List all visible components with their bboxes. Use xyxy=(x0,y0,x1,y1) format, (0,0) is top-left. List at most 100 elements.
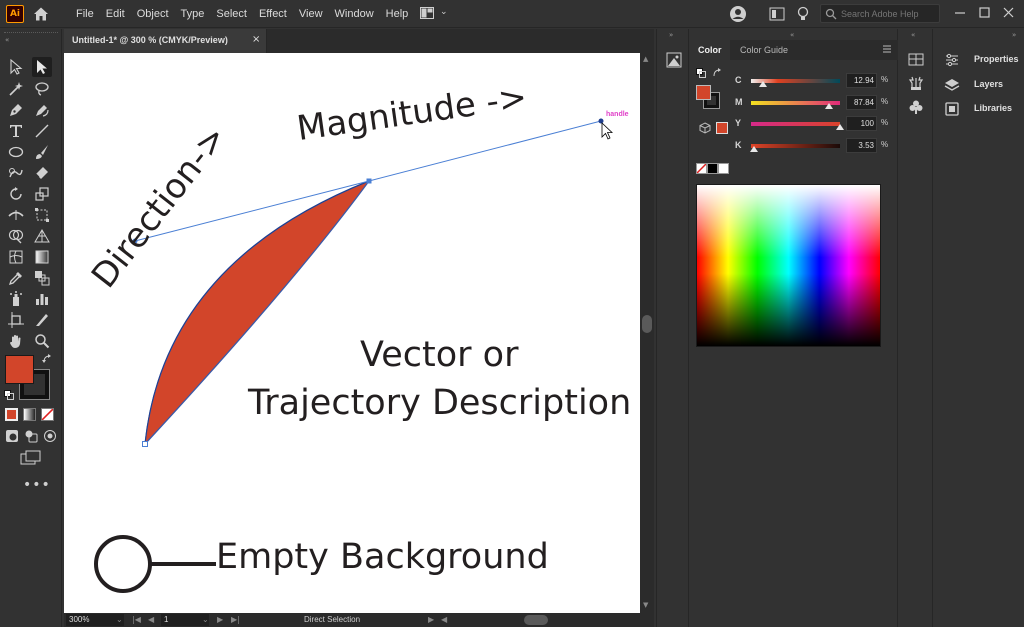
shaper-tool-icon[interactable] xyxy=(6,163,26,183)
collapse-arrows-icon[interactable]: » xyxy=(669,31,673,39)
type-tool-icon[interactable] xyxy=(6,121,26,141)
scroll-thumb[interactable] xyxy=(642,315,652,333)
curvature-tool-icon[interactable] xyxy=(32,100,52,120)
image-trace-icon[interactable] xyxy=(666,52,682,68)
tab-close-icon[interactable]: × xyxy=(252,34,260,45)
right-handle-point[interactable] xyxy=(598,118,604,124)
properties-panel-button[interactable]: Properties xyxy=(942,50,1022,70)
vector-label-line-1[interactable]: Vector or xyxy=(360,335,518,375)
black-slider-thumb[interactable] xyxy=(750,146,759,152)
document-tab[interactable]: Untitled-1* @ 300 % (CMYK/Preview) × xyxy=(64,29,267,53)
line-segment-tool-icon[interactable] xyxy=(32,121,52,141)
anchor-point[interactable] xyxy=(366,178,372,184)
menu-effect[interactable]: Effect xyxy=(253,0,293,28)
draw-normal-icon[interactable] xyxy=(5,429,19,443)
horizontal-scroll-thumb[interactable] xyxy=(524,615,548,625)
vector-label-line-2[interactable]: Trajectory Description xyxy=(248,383,631,423)
last-artboard-icon[interactable]: ▶| xyxy=(231,614,240,626)
lightbulb-icon[interactable] xyxy=(794,5,812,23)
search-help-box[interactable] xyxy=(820,4,940,23)
tab-color[interactable]: Color xyxy=(690,40,730,60)
menu-view[interactable]: View xyxy=(293,0,329,28)
club-symbol-icon[interactable] xyxy=(908,99,924,115)
yellow-slider-thumb[interactable] xyxy=(836,124,844,130)
gradient-tool-icon[interactable] xyxy=(32,247,52,267)
status-menu-icon[interactable]: ▶ xyxy=(428,614,434,626)
zoom-tool-icon[interactable] xyxy=(32,331,52,351)
hscroll-left-icon[interactable]: ◀ xyxy=(441,614,447,626)
paintbrush-tool-icon[interactable] xyxy=(32,142,52,162)
shape-builder-tool-icon[interactable] xyxy=(6,226,26,246)
black-slider-track[interactable] xyxy=(751,144,840,148)
menu-type[interactable]: Type xyxy=(175,0,211,28)
next-artboard-icon[interactable]: ▶ xyxy=(217,614,223,626)
first-artboard-icon[interactable]: |◀ xyxy=(132,614,141,626)
more-tools-icon[interactable]: ••• xyxy=(23,477,51,493)
scale-tool-icon[interactable] xyxy=(32,184,52,204)
scroll-up-icon[interactable]: ▲ xyxy=(643,55,648,63)
panel-menu-icon[interactable] xyxy=(882,44,892,54)
blend-tool-icon[interactable] xyxy=(32,268,52,288)
perspective-grid-tool-icon[interactable] xyxy=(32,226,52,246)
user-icon[interactable] xyxy=(729,5,747,23)
eraser-tool-icon[interactable] xyxy=(32,163,52,183)
menu-object[interactable]: Object xyxy=(131,0,175,28)
selection-tool-icon[interactable] xyxy=(6,57,26,77)
minimize-icon[interactable] xyxy=(950,4,970,22)
width-tool-icon[interactable] xyxy=(6,205,26,225)
collapse-arrows-icon[interactable]: « xyxy=(790,31,794,39)
scroll-down-icon[interactable]: ▼ xyxy=(643,601,648,609)
cyan-value-field[interactable]: 12.94 xyxy=(846,73,877,88)
magic-wand-tool-icon[interactable] xyxy=(6,79,26,99)
arrange-documents-icon[interactable] xyxy=(420,7,434,19)
yellow-slider-track[interactable] xyxy=(751,122,840,126)
search-input[interactable] xyxy=(841,7,937,21)
none-mode-button[interactable] xyxy=(41,408,54,421)
menu-file[interactable]: File xyxy=(70,0,100,28)
hand-tool-icon[interactable] xyxy=(6,331,26,351)
color-panel-fill-swatch[interactable] xyxy=(696,85,711,100)
column-graph-tool-icon[interactable] xyxy=(32,289,52,309)
chevron-down-icon[interactable]: ⌄ xyxy=(440,7,448,17)
artboard-canvas[interactable]: Magnitude -> Direction-> Vector or Traje… xyxy=(64,53,640,613)
symbols-icon[interactable] xyxy=(908,75,924,91)
canvas-vertical-scrollbar[interactable]: ▲ ▼ xyxy=(640,53,654,613)
color-spectrum[interactable] xyxy=(696,184,881,347)
gradient-mode-button[interactable] xyxy=(23,408,36,421)
empty-background-label[interactable]: Empty Background xyxy=(216,537,549,577)
close-icon[interactable] xyxy=(999,4,1019,22)
symbol-sprayer-tool-icon[interactable] xyxy=(6,289,26,309)
empty-background-circle[interactable] xyxy=(94,535,152,593)
rotate-tool-icon[interactable] xyxy=(6,184,26,204)
direct-selection-tool-icon[interactable] xyxy=(32,57,52,77)
free-transform-tool-icon[interactable] xyxy=(32,205,52,225)
lasso-tool-icon[interactable] xyxy=(32,79,52,99)
mesh-tool-icon[interactable] xyxy=(6,247,26,267)
libraries-panel-button[interactable]: Libraries xyxy=(942,99,1022,119)
default-fill-stroke-icon[interactable] xyxy=(4,390,14,400)
black-value-field[interactable]: 3.53 xyxy=(846,138,877,153)
libraries-grid-icon[interactable] xyxy=(908,52,924,68)
color-mode-button[interactable] xyxy=(5,408,18,421)
menu-help[interactable]: Help xyxy=(380,0,415,28)
magenta-value-field[interactable]: 87.84 xyxy=(846,95,877,110)
draw-behind-icon[interactable] xyxy=(24,429,38,443)
ellipse-tool-icon[interactable] xyxy=(6,142,26,162)
menu-select[interactable]: Select xyxy=(210,0,253,28)
panel-grip[interactable] xyxy=(4,32,58,35)
menu-edit[interactable]: Edit xyxy=(100,0,131,28)
menu-window[interactable]: Window xyxy=(329,0,380,28)
fill-color-swatch[interactable] xyxy=(5,355,34,384)
panel-layout-icon[interactable] xyxy=(768,5,786,23)
yellow-value-field[interactable]: 100 xyxy=(846,116,877,131)
zoom-dropdown-icon[interactable]: ⌄ xyxy=(116,614,123,626)
slice-tool-icon[interactable] xyxy=(32,310,52,330)
collapse-arrows-icon[interactable]: « xyxy=(911,31,915,39)
white-swatch[interactable] xyxy=(718,163,729,174)
bottom-anchor-point[interactable] xyxy=(142,441,148,447)
layers-panel-button[interactable]: Layers xyxy=(942,75,1022,95)
artboard-tool-icon[interactable] xyxy=(6,310,26,330)
cyan-slider-thumb[interactable] xyxy=(758,81,767,87)
pen-tool-icon[interactable] xyxy=(6,100,26,120)
magenta-slider-thumb[interactable] xyxy=(825,103,834,109)
